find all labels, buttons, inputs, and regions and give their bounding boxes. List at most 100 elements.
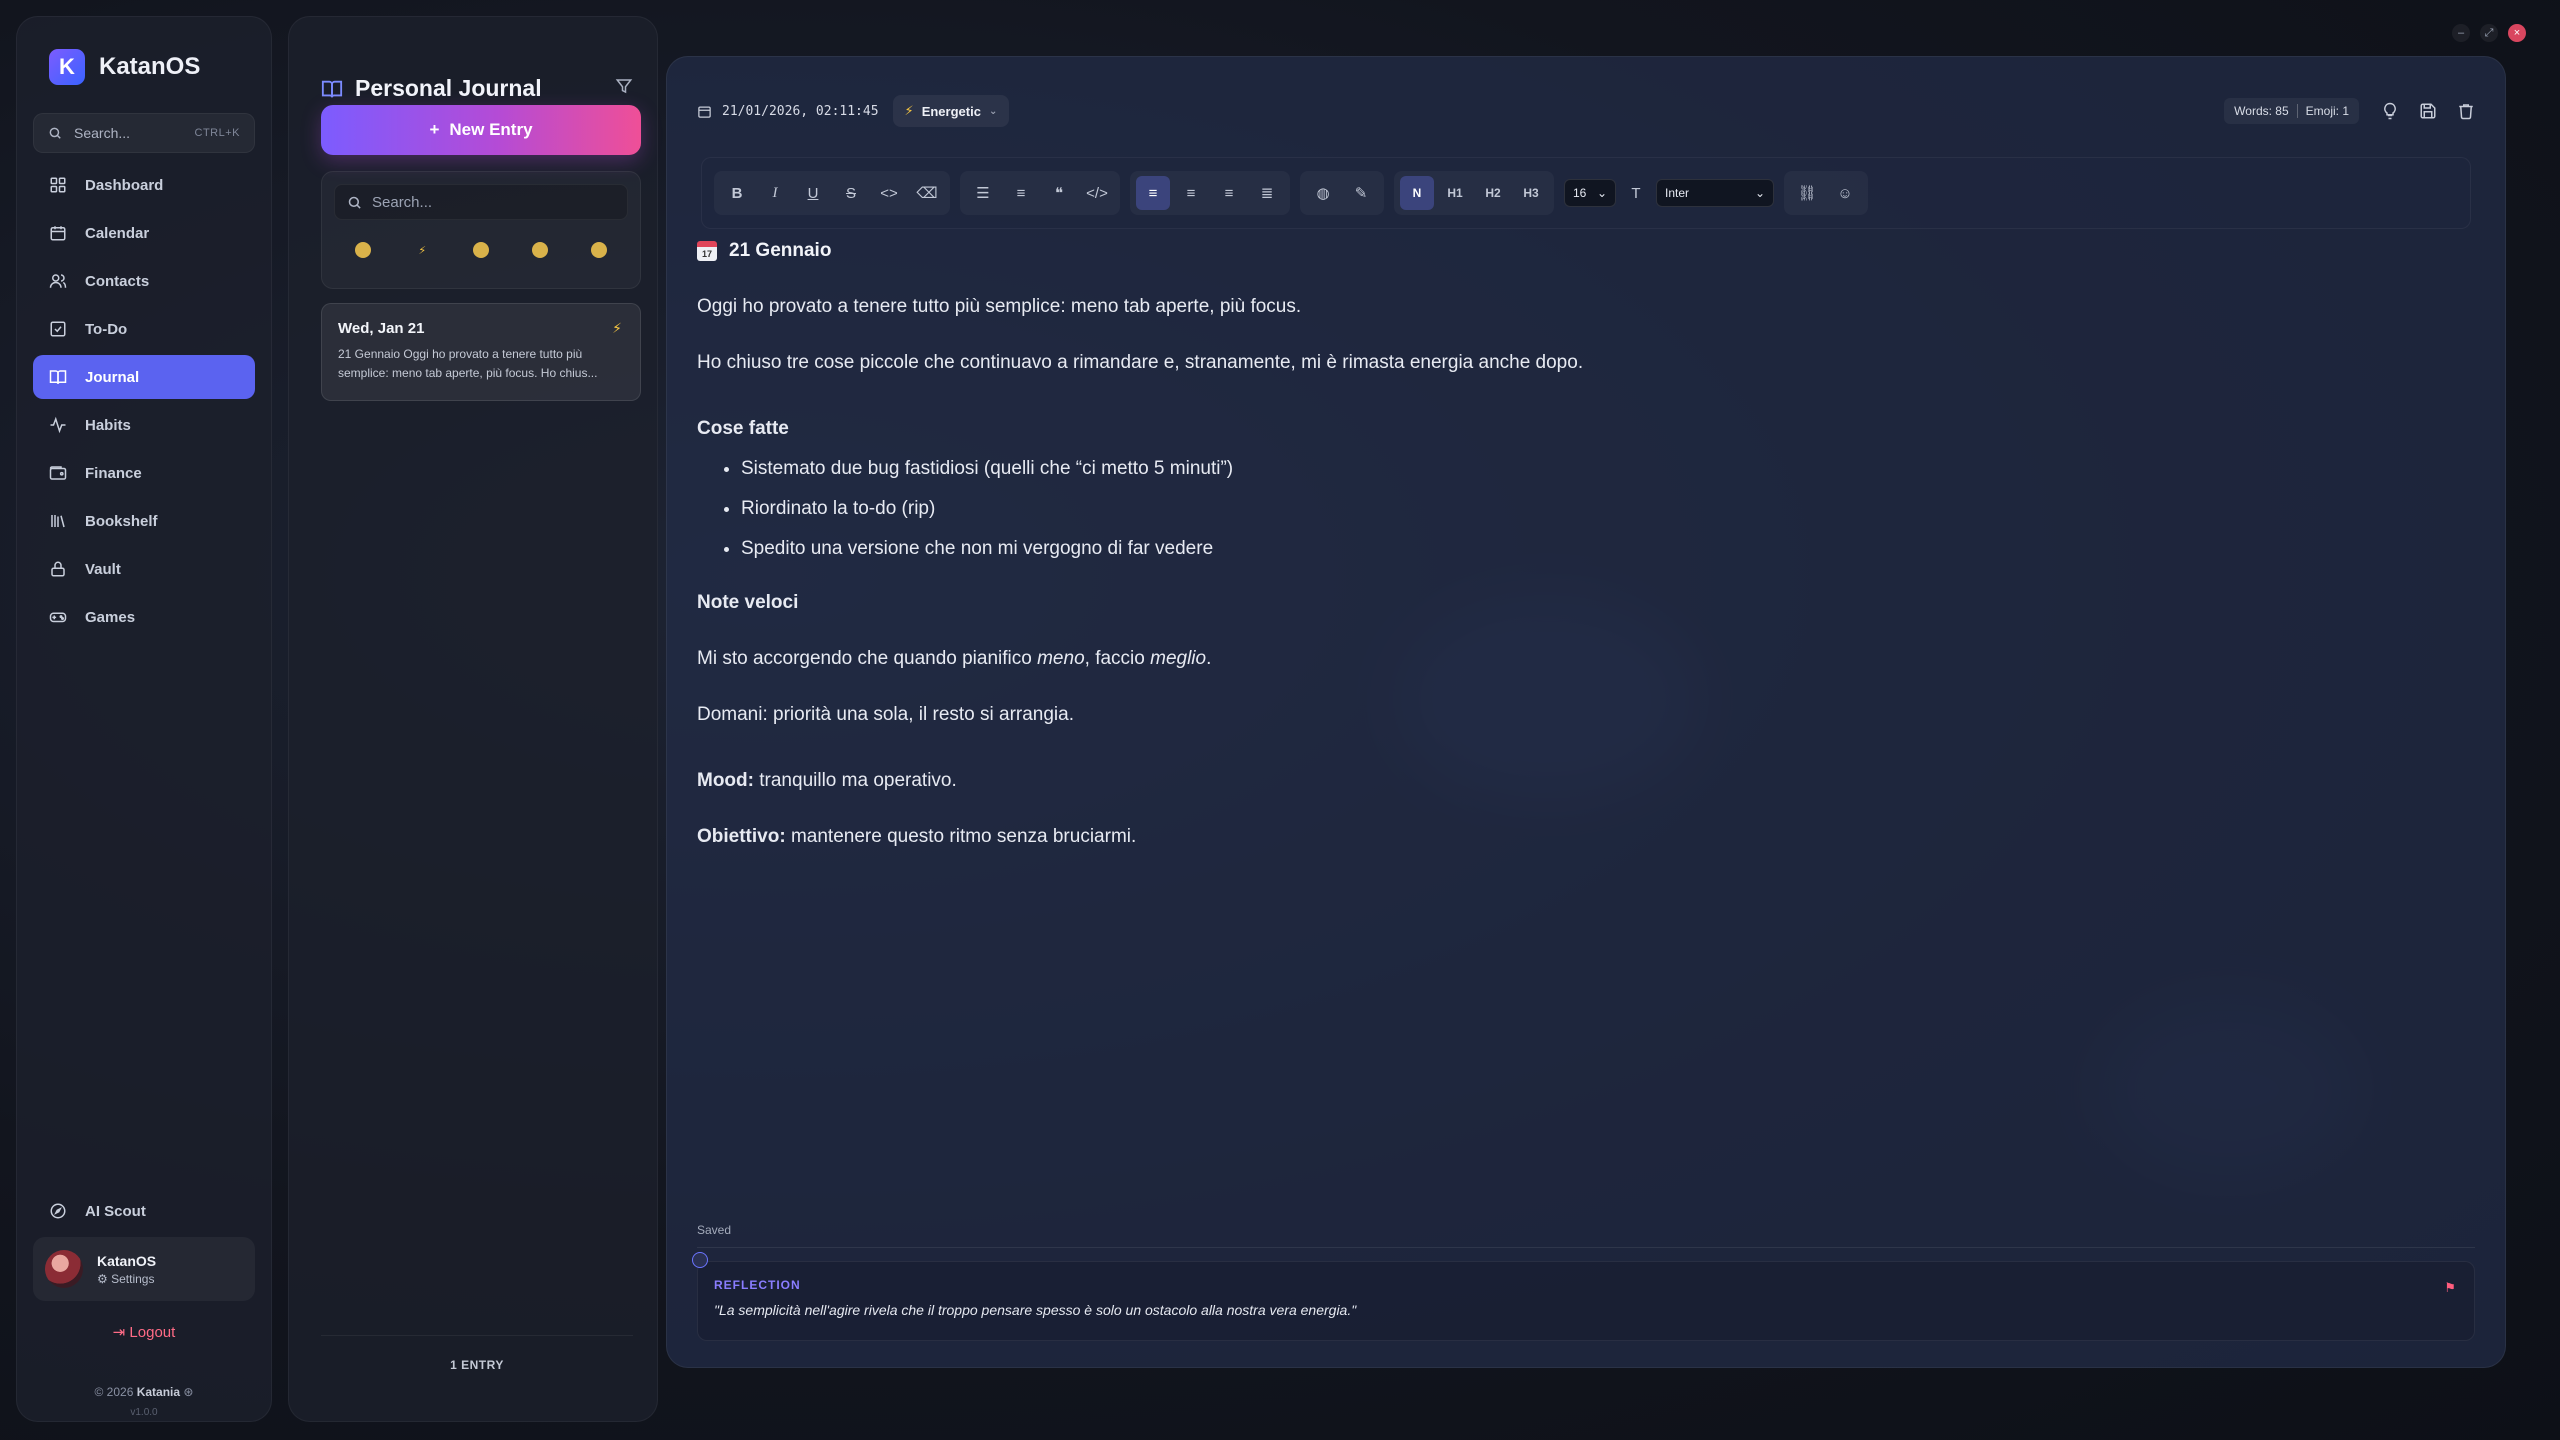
align-justify-icon[interactable]: ≣ [1250,176,1284,210]
entry-count: 1 ENTRY [321,1335,633,1372]
sidebar-item-ai-scout[interactable]: AI Scout [33,1189,255,1233]
underline-icon[interactable]: U [796,176,830,210]
word-count: Words: 85 [2234,104,2289,118]
bookshelf-icon [51,515,65,528]
datetime-value: 21/01/2026, 02:11:45 [722,103,879,119]
heading-3-button[interactable]: H3 [1514,176,1548,210]
mood-filter-sad-icon[interactable] [590,242,607,258]
emoji-icon[interactable]: ☺ [1828,176,1862,210]
heading-normal-button[interactable]: N [1400,176,1434,210]
global-search[interactable]: Search... CTRL+K [33,113,255,153]
numbered-list-icon[interactable]: ≡ [1004,176,1038,210]
font-family-select[interactable]: Inter ⌄ [1656,179,1774,207]
align-left-icon[interactable]: ≡ [1136,176,1170,210]
mood-select[interactable]: ⚡ Energetic ⌄ [892,95,1010,127]
highlighter-icon[interactable]: ✎ [1344,176,1378,210]
paragraph: Mood: tranquillo ma operativo. [697,767,2397,795]
eraser-icon[interactable]: ⌫ [910,176,944,210]
minimize-button[interactable]: – [2452,24,2470,42]
settings-link[interactable]: ⚙ Settings [97,1272,156,1286]
lightbulb-icon[interactable] [2381,102,2399,120]
search-shortcut: CTRL+K [194,127,240,139]
paragraph: Obiettivo: mantenere questo ritmo senza … [697,823,2397,851]
heading-1-button[interactable]: H1 [1438,176,1472,210]
copyright: © 2026 Katania ⊛ [17,1385,271,1399]
save-status: Saved [697,1223,732,1237]
copyright-suffix: ⊛ [183,1385,194,1399]
list-item: Riordinato la to-do (rip) [741,495,2397,523]
copyright-brand: Katania [136,1385,181,1399]
sidebar-item-label: To-Do [85,320,128,338]
chevron-down-icon: ⌄ [1754,186,1765,200]
sidebar-item-contacts[interactable]: Contacts [33,259,255,303]
profile-card[interactable]: KatanOS ⚙ Settings [33,1237,255,1301]
mood-filter-calm-icon[interactable] [472,242,489,258]
entry-content[interactable]: 17 21 Gennaio Oggi ho provato a tenere t… [697,237,2397,851]
close-button[interactable]: × [2508,24,2526,42]
align-right-icon[interactable]: ≡ [1212,176,1246,210]
sidebar-item-finance[interactable]: Finance [33,451,255,495]
brand: K KatanOS [33,47,255,87]
format-toolbar: B I U S <> ⌫ ☰ ≡ ❝ </> ≡ ≡ ≡ ≣ ◍ ✎ N H1 … [701,157,2471,229]
trash-icon[interactable] [2457,102,2475,120]
inline-code-icon[interactable]: <> [872,176,906,210]
sidebar-item-todo[interactable]: To-Do [33,307,255,351]
chevron-down-icon: ⌄ [988,105,998,117]
todo-icon [50,321,66,337]
font-size-select[interactable]: 16 ⌄ [1564,179,1616,207]
list-group: ☰ ≡ ❝ </> [960,171,1120,215]
compass-icon [50,1203,66,1219]
section-heading: Cose fatte [697,418,789,439]
emphasis: meno [1037,648,1085,669]
mood-filter-neutral-icon[interactable] [531,242,548,258]
strikethrough-icon[interactable]: S [834,176,868,210]
bullet-list-icon[interactable]: ☰ [966,176,1000,210]
insert-group: ⛓ ☺ [1784,171,1868,215]
entry-preview: 21 Gennaio Oggi ho provato a tenere tutt… [338,347,598,380]
maximize-button[interactable]: ⤢ [2480,24,2498,42]
link-icon[interactable]: ⛓ [1790,176,1824,210]
sidebar-item-journal[interactable]: Journal [33,355,255,399]
journal-search-input[interactable]: Search... [334,184,628,220]
quote-icon[interactable]: ❝ [1042,176,1076,210]
new-entry-button[interactable]: + New Entry [321,105,641,155]
journal-editor: 21/01/2026, 02:11:45 ⚡ Energetic ⌄ Words… [666,56,2506,1368]
bold-icon[interactable]: B [720,176,754,210]
sidebar-item-calendar[interactable]: Calendar [33,211,255,255]
filter-icon[interactable] [615,77,633,95]
flag-icon[interactable]: ⚑ [2444,1280,2456,1296]
divider [697,1247,2475,1248]
lightning-icon: ⚡ [904,103,914,118]
reflection-card: REFLECTION "La semplicità nell'agire riv… [692,1252,2475,1341]
align-center-icon[interactable]: ≡ [1174,176,1208,210]
entry-datetime[interactable]: 21/01/2026, 02:11:45 [697,104,879,119]
app-name: KatanOS [99,53,201,80]
code-block-icon[interactable]: </> [1080,176,1114,210]
sidebar-item-label: Contacts [85,272,150,290]
italic-icon[interactable]: I [758,176,792,210]
sidebar-item-dashboard[interactable]: Dashboard [33,163,255,207]
sidebar-item-vault[interactable]: Vault [33,547,255,591]
window-controls: – ⤢ × [2452,24,2526,42]
mood-filter-row: ⚡ [334,242,628,258]
sidebar-item-habits[interactable]: Habits [33,403,255,447]
list-item: Sistemato due bug fastidiosi (quelli che… [741,455,2397,483]
sidebar-item-bookshelf[interactable]: Bookshelf [33,499,255,543]
vault-icon [51,561,65,577]
word-stats: Words: 85 Emoji: 1 [2224,98,2359,124]
mood-filter-energetic-icon[interactable]: ⚡ [414,242,430,258]
font-icon: T [1631,184,1641,202]
heading-2-button[interactable]: H2 [1476,176,1510,210]
mood-filter-happy-icon[interactable] [355,242,372,258]
save-icon[interactable] [2419,102,2437,120]
new-entry-label: New Entry [449,120,533,139]
sidebar-item-games[interactable]: Games [33,595,255,639]
text-run: tranquillo ma operativo. [753,770,957,791]
global-search-placeholder: Search... [74,125,131,141]
logout-button[interactable]: ⇥ Logout [17,1323,271,1341]
calendar-icon [50,226,66,241]
journal-entry-card[interactable]: Wed, Jan 21 ⚡ 21 Gennaio Oggi ho provato… [321,303,641,401]
sidebar-item-label: Games [85,608,136,626]
palette-icon[interactable]: ◍ [1306,176,1340,210]
entry-heading-text: 21 Gennaio [729,240,832,261]
